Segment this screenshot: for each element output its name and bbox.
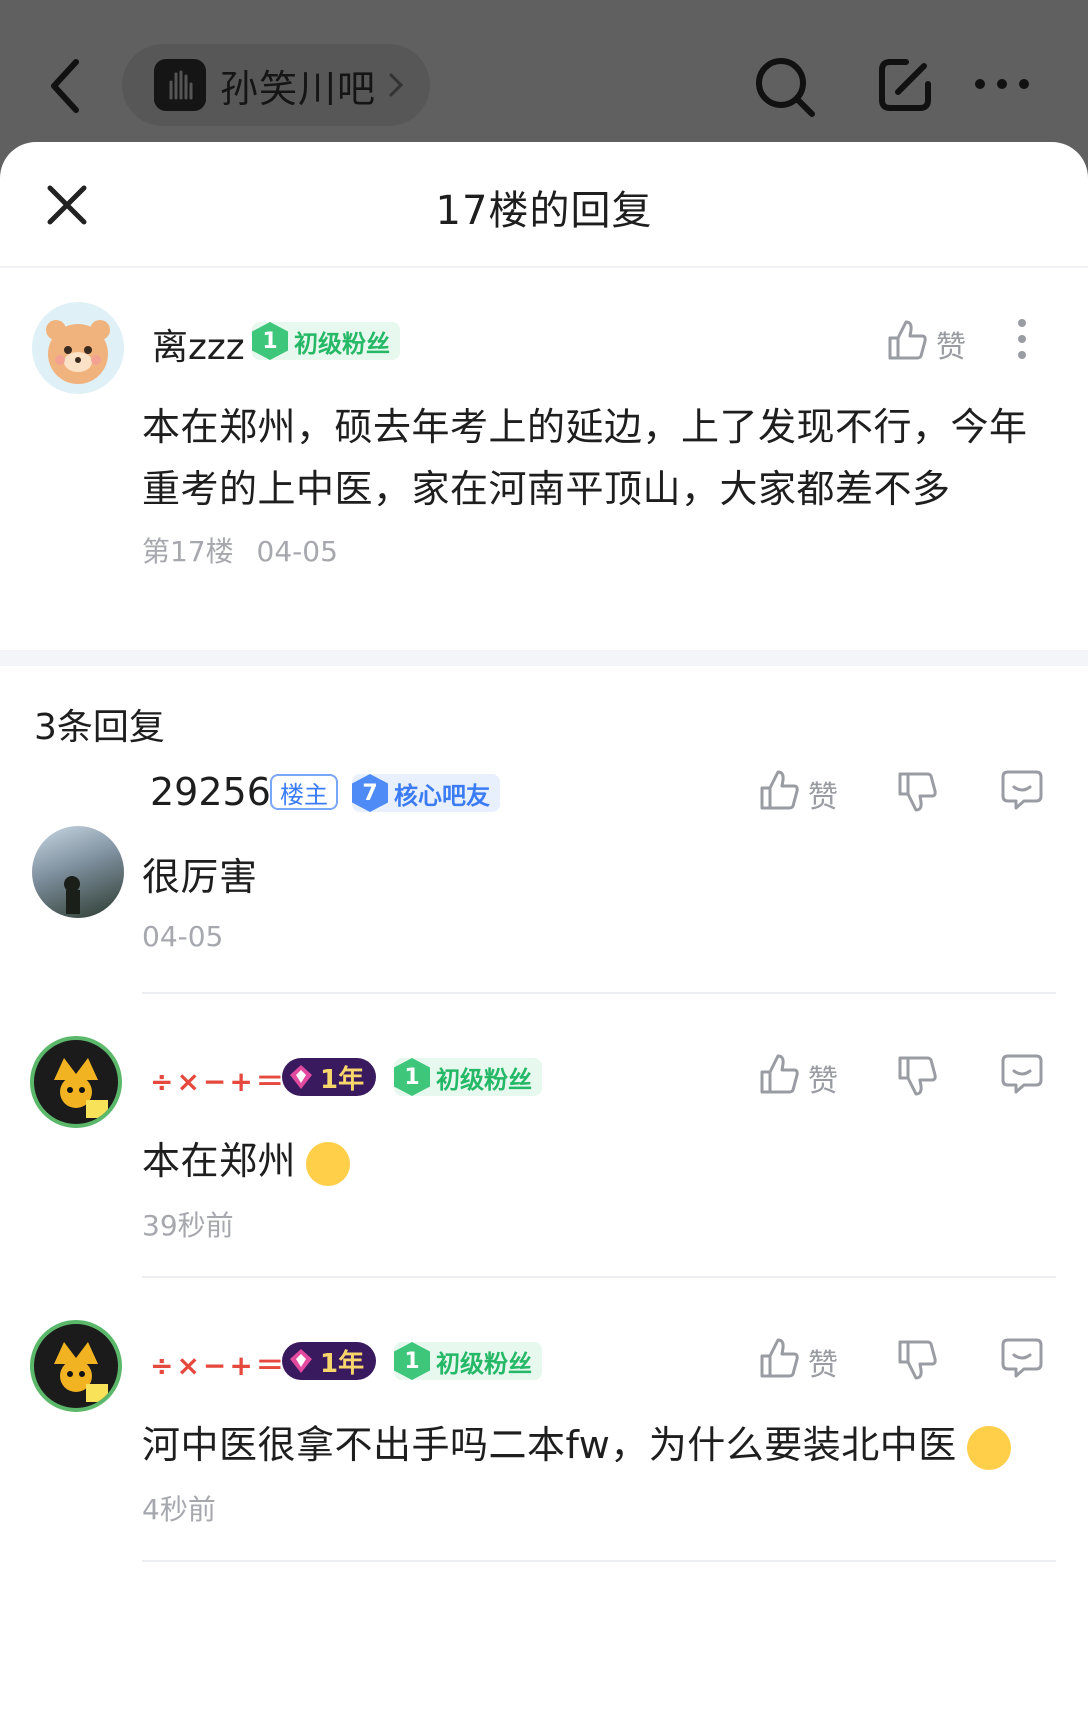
reply-content: 河中医很拿不出手吗二本fw，为什么要装北中医 — [142, 1414, 1011, 1476]
level-title: 初级粉丝 — [436, 1065, 532, 1094]
level-number: 1 — [252, 322, 288, 360]
owner-tag: 楼主 — [270, 774, 338, 810]
like-label[interactable]: 赞 — [808, 1340, 838, 1384]
fan-level-badge: 1 初级粉丝 — [252, 322, 400, 360]
level-number: 1 — [394, 1058, 430, 1096]
level-number: 1 — [394, 1342, 430, 1380]
like-label[interactable]: 赞 — [936, 322, 966, 366]
level-number: 7 — [352, 774, 388, 812]
level-title: 初级粉丝 — [294, 329, 390, 358]
reply-time: 39秒前 — [142, 1209, 234, 1242]
username[interactable]: 29256 — [150, 770, 271, 814]
reply-text: 河中医很拿不出手吗二本fw，为什么要装北中医 — [142, 1423, 957, 1467]
fan-level-badge: 7 核心吧友 — [352, 774, 500, 812]
reply-content: 本在郑州 — [142, 1130, 351, 1192]
more-options-icon[interactable] — [972, 74, 1032, 94]
replies-count: 3条回复 — [34, 707, 165, 748]
diamond-icon — [290, 1065, 312, 1089]
edit-post-icon[interactable] — [874, 54, 936, 116]
reply-comment-icon[interactable] — [1000, 1052, 1044, 1100]
sheet-header: 17楼的回复 — [0, 142, 1088, 268]
forum-name: 孙笑川吧 — [220, 66, 377, 111]
reply-comment-icon[interactable] — [1000, 768, 1044, 816]
thumbs-up-icon[interactable] — [886, 318, 928, 366]
fan-level-badge: 1 初级粉丝 — [394, 1342, 542, 1380]
username[interactable]: ÷×−+＝ — [150, 1060, 287, 1100]
thumbs-down-icon[interactable] — [896, 1338, 938, 1386]
reply-comment-icon[interactable] — [1000, 1336, 1044, 1384]
sheet-title: 17楼的回复 — [435, 188, 653, 234]
thumbs-down-icon[interactable] — [896, 1054, 938, 1102]
floor-info: 第17楼 04-05 — [142, 530, 338, 570]
thumbs-up-icon[interactable] — [758, 1052, 800, 1100]
like-label[interactable]: 赞 — [808, 1056, 838, 1100]
thumbs-down-icon[interactable] — [896, 770, 938, 818]
replies-sheet: 17楼的回复 离zzz 1 初级粉丝 赞 本在郑州，硕去年考上的延边，上了发现不… — [0, 142, 1088, 1724]
reply-text: 本在郑州 — [142, 1139, 297, 1183]
like-label[interactable]: 赞 — [808, 772, 838, 816]
row-divider — [142, 992, 1056, 994]
reply-content: 很厉害 — [142, 855, 258, 899]
level-title: 核心吧友 — [394, 781, 490, 810]
reply-time: 4秒前 — [142, 1493, 216, 1526]
more-vertical-icon[interactable] — [1016, 318, 1028, 364]
username[interactable]: ÷×−+＝ — [150, 1344, 287, 1384]
row-divider — [142, 1560, 1056, 1562]
search-icon[interactable] — [750, 52, 820, 122]
membership-year-tag: 1年 — [282, 1342, 377, 1380]
chevron-right-icon — [388, 70, 404, 100]
username[interactable]: 离zzz — [152, 318, 245, 370]
year-label: 1年 — [320, 1064, 365, 1095]
diamond-icon — [290, 1349, 312, 1373]
avatar[interactable] — [30, 1320, 122, 1412]
level-title: 初级粉丝 — [436, 1349, 532, 1378]
face-with-hand-over-mouth-icon — [306, 1141, 351, 1186]
year-label: 1年 — [320, 1348, 365, 1379]
fan-level-badge: 1 初级粉丝 — [394, 1058, 542, 1096]
confused-face-icon — [966, 1425, 1011, 1470]
thumbs-up-icon[interactable] — [758, 1336, 800, 1384]
forum-entry-button[interactable]: 孙笑川吧 — [122, 44, 430, 126]
post-date: 04-05 — [256, 535, 338, 568]
row-divider — [142, 1276, 1056, 1278]
thumbs-up-icon[interactable] — [758, 768, 800, 816]
avatar[interactable] — [30, 1036, 122, 1128]
membership-year-tag: 1年 — [282, 1058, 377, 1096]
avatar[interactable] — [32, 302, 124, 394]
section-divider — [0, 650, 1088, 666]
forum-logo-icon — [154, 59, 206, 111]
reply-time: 04-05 — [142, 920, 224, 953]
back-arrow-icon[interactable] — [44, 56, 88, 116]
post-content: 本在郑州，硕去年考上的延边，上了发现不行，今年重考的上中医，家在河南平顶山，大家… — [142, 405, 1028, 511]
floor-number: 第17楼 — [142, 535, 234, 568]
avatar[interactable] — [32, 826, 124, 918]
